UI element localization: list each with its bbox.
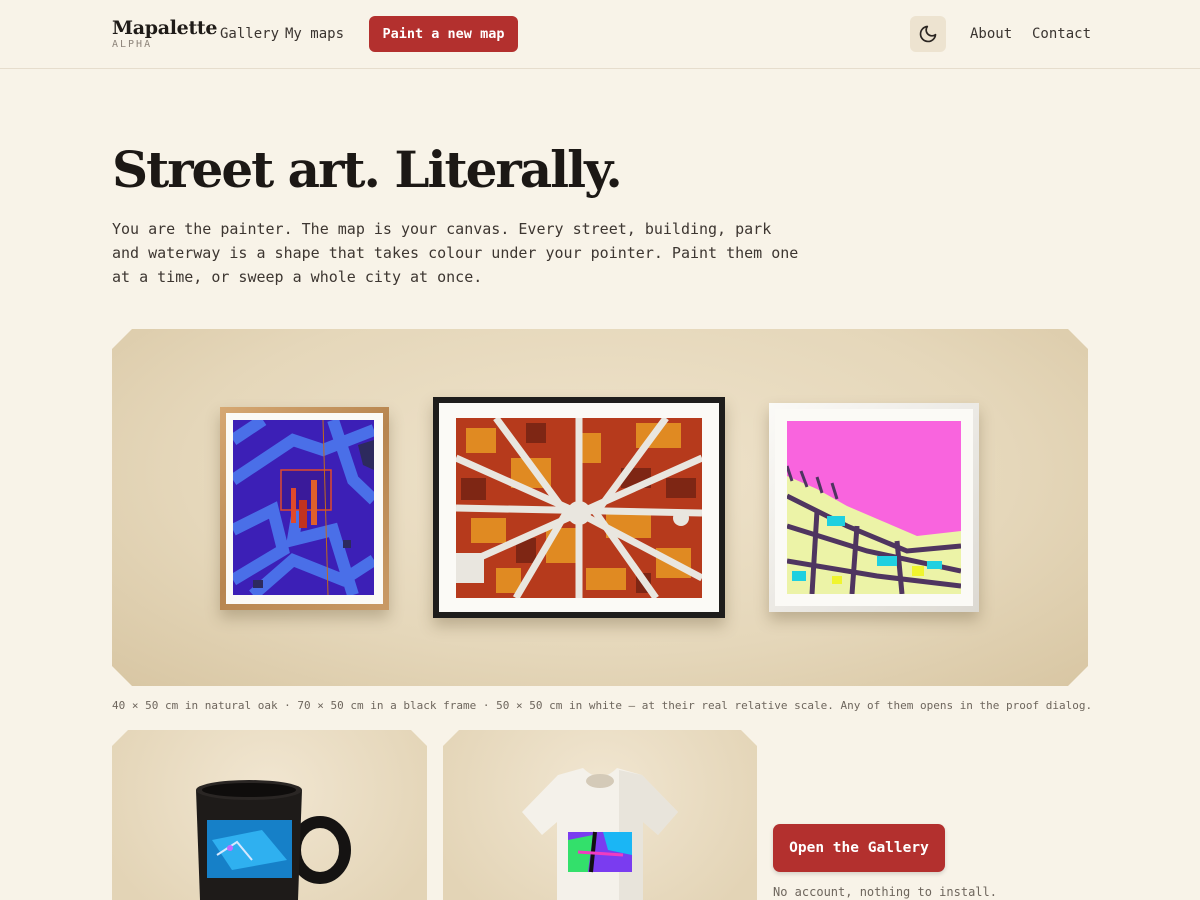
open-gallery-button[interactable]: Open the Gallery	[773, 824, 945, 872]
moon-icon	[919, 25, 937, 43]
site-header: Mapalette ALPHA Gallery My maps Paint a …	[0, 0, 1200, 69]
frame-showcase	[112, 329, 1088, 686]
nav-contact[interactable]: Contact	[1032, 25, 1091, 43]
brand-logo[interactable]: Mapalette ALPHA	[112, 17, 217, 51]
no-account-note: No account, nothing to install.	[773, 885, 997, 899]
showcase-caption: 40 × 50 cm in natural oak · 70 × 50 cm i…	[112, 699, 1093, 712]
mug-illustration	[112, 730, 427, 900]
frame-mat	[775, 409, 973, 606]
frame-mat	[439, 403, 719, 612]
map-artwork-pink	[787, 421, 961, 594]
nav-about[interactable]: About	[970, 25, 1012, 43]
brand-name: Mapalette	[112, 17, 218, 39]
frame-mat	[226, 413, 383, 604]
black-framed-map[interactable]	[433, 397, 725, 618]
hero-title: Street art. Literally.	[112, 140, 623, 199]
theme-toggle-button[interactable]	[910, 16, 946, 52]
map-artwork-blue	[233, 420, 374, 595]
nav-gallery[interactable]: Gallery	[220, 25, 279, 43]
tshirt-product-card[interactable]	[443, 730, 757, 900]
mug-product-card[interactable]	[112, 730, 427, 900]
map-artwork-orange	[456, 418, 702, 598]
paint-new-map-button[interactable]: Paint a new map	[369, 16, 518, 52]
nav-my-maps[interactable]: My maps	[285, 25, 344, 43]
tshirt-illustration	[443, 730, 757, 900]
hero-description: You are the painter. The map is your can…	[112, 220, 799, 286]
oak-framed-map[interactable]	[220, 407, 389, 610]
white-framed-map[interactable]	[769, 403, 979, 612]
brand-tag: ALPHA	[112, 39, 153, 50]
